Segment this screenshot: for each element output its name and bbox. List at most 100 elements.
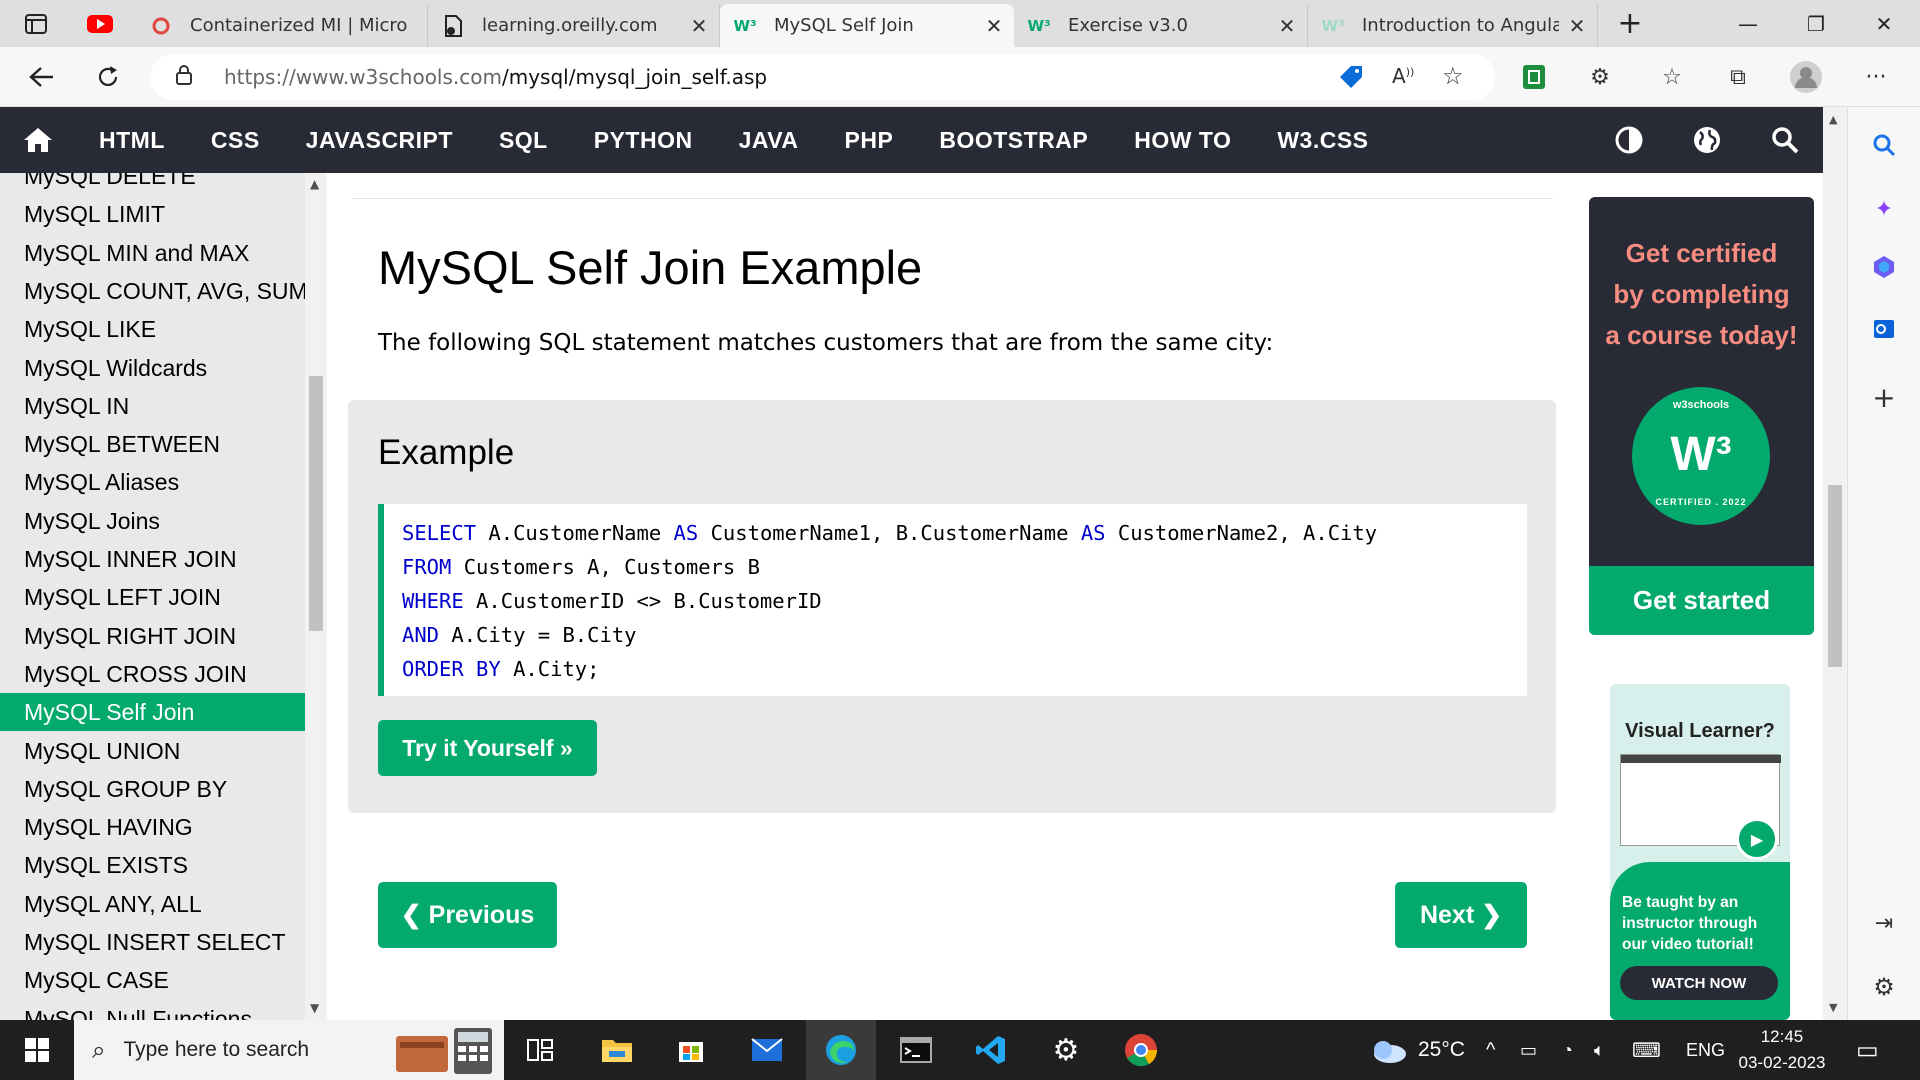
- settings-icon[interactable]: ⚙: [1866, 969, 1902, 1005]
- scroll-up-icon[interactable]: ▲: [310, 177, 319, 191]
- globe-icon[interactable]: [1672, 107, 1742, 173]
- sidebar-item[interactable]: MySQL IN: [0, 387, 305, 425]
- add-favorite-icon[interactable]: ☆: [1442, 62, 1464, 90]
- sidebar-item[interactable]: MySQL Wildcards: [0, 349, 305, 387]
- certification-ad[interactable]: Get certified by completing a course tod…: [1589, 197, 1814, 635]
- sidebar-item[interactable]: MySQL GROUP BY: [0, 770, 305, 808]
- more-menu-icon[interactable]: ···: [1860, 61, 1892, 93]
- sidebar-item[interactable]: MySQL BETWEEN: [0, 425, 305, 463]
- tab-mysql-self-join[interactable]: W³ MySQL Self Join ✕: [720, 4, 1014, 47]
- sidebar-item[interactable]: MySQL DELETE: [0, 173, 305, 195]
- sparkle-icon[interactable]: ✦: [1866, 191, 1902, 227]
- previous-button[interactable]: ❮ Previous: [378, 882, 557, 948]
- windows-start-icon[interactable]: [2, 1020, 72, 1080]
- sidebar-item[interactable]: MySQL HAVING: [0, 808, 305, 846]
- sidebar-item[interactable]: MySQL RIGHT JOIN: [0, 617, 305, 655]
- nav-python[interactable]: PYTHON: [571, 107, 716, 173]
- scroll-down-icon[interactable]: ▼: [310, 1001, 319, 1015]
- youtube-pinned-tab[interactable]: [78, 0, 122, 47]
- scrollbar-thumb[interactable]: [1828, 485, 1842, 667]
- scrollbar-thumb[interactable]: [309, 376, 323, 631]
- minimize-button[interactable]: —: [1714, 0, 1782, 47]
- terminal-icon[interactable]: [881, 1020, 951, 1080]
- nav-java[interactable]: JAVA: [716, 107, 822, 173]
- url-field[interactable]: https://www.w3schools.com/mysql/mysql_jo…: [150, 54, 1495, 100]
- sidebar-item[interactable]: MySQL ANY, ALL: [0, 885, 305, 923]
- close-window-button[interactable]: ✕: [1850, 0, 1918, 47]
- task-view-icon[interactable]: [505, 1020, 575, 1080]
- search-icon[interactable]: [1750, 107, 1820, 173]
- get-started-button[interactable]: Get started: [1589, 566, 1814, 635]
- collections-icon[interactable]: ⧉: [1722, 61, 1754, 93]
- sidebar-item[interactable]: MySQL Aliases: [0, 463, 305, 501]
- nav-sql[interactable]: SQL: [476, 107, 571, 173]
- chrome-icon[interactable]: [1106, 1020, 1176, 1080]
- next-button[interactable]: Next ❯: [1395, 882, 1527, 948]
- search-icon[interactable]: [1866, 127, 1902, 163]
- tab-containerized[interactable]: Containerized MI | Micro: [136, 4, 428, 47]
- page-scrollbar[interactable]: ▲ ▼: [1823, 107, 1847, 1020]
- edge-icon[interactable]: [806, 1020, 876, 1080]
- office-icon[interactable]: [1866, 249, 1902, 285]
- sidebar-item[interactable]: MySQL LEFT JOIN: [0, 578, 305, 616]
- tray-chevron-icon[interactable]: ^: [1486, 1020, 1495, 1080]
- battery-icon[interactable]: ▭: [1520, 1020, 1537, 1080]
- nav-css[interactable]: CSS: [188, 107, 283, 173]
- home-icon[interactable]: [0, 107, 76, 173]
- sidebar-item[interactable]: MySQL UNION: [0, 732, 305, 770]
- sidebar-item[interactable]: MySQL INNER JOIN: [0, 540, 305, 578]
- tab-actions-icon[interactable]: [14, 0, 58, 47]
- scroll-up-icon[interactable]: ▲: [1829, 113, 1837, 126]
- tab-angularjs[interactable]: W³ Introduction to AngularJ ✕: [1308, 4, 1598, 47]
- sidebar-item-active[interactable]: MySQL Self Join: [0, 693, 305, 732]
- dark-mode-icon[interactable]: [1594, 107, 1664, 173]
- extensions-puzzle-icon[interactable]: ⚙: [1584, 61, 1616, 93]
- nav-bootstrap[interactable]: BOOTSTRAP: [916, 107, 1111, 173]
- vscode-icon[interactable]: [956, 1020, 1026, 1080]
- new-tab-button[interactable]: +: [1608, 0, 1652, 47]
- sidebar-item[interactable]: MySQL MIN and MAX: [0, 234, 305, 272]
- sidebar-item[interactable]: MySQL CROSS JOIN: [0, 655, 305, 693]
- coupon-tag-icon[interactable]: [1338, 64, 1364, 94]
- keyboard-icon[interactable]: ⌨: [1632, 1020, 1661, 1080]
- taskbar-search[interactable]: ⌕ Type here to search: [74, 1020, 504, 1080]
- sidebar-item[interactable]: MySQL CASE: [0, 961, 305, 999]
- sidebar-item[interactable]: MySQL LIMIT: [0, 195, 305, 233]
- nav-javascript[interactable]: JAVASCRIPT: [283, 107, 476, 173]
- watch-now-button[interactable]: WATCH NOW: [1620, 966, 1778, 1000]
- close-icon[interactable]: ✕: [689, 14, 709, 38]
- nav-how-to[interactable]: HOW TO: [1111, 107, 1254, 173]
- lock-icon[interactable]: [176, 64, 196, 90]
- refresh-button[interactable]: [88, 57, 128, 97]
- close-icon[interactable]: ✕: [984, 14, 1004, 38]
- tab-oreilly[interactable]: learning.oreilly.com ✕: [428, 4, 720, 47]
- file-explorer-icon[interactable]: [582, 1020, 652, 1080]
- nav-w3css[interactable]: W3.CSS: [1254, 107, 1391, 173]
- back-button[interactable]: [22, 57, 62, 97]
- add-icon[interactable]: +: [1866, 379, 1902, 415]
- sidebar-scrollbar[interactable]: ▲ ▼: [305, 173, 327, 1020]
- scroll-down-icon[interactable]: ▼: [1829, 1001, 1837, 1014]
- sidebar-item[interactable]: MySQL COUNT, AVG, SUM: [0, 272, 305, 310]
- extension-sheets-icon[interactable]: [1518, 61, 1550, 93]
- sidebar-item[interactable]: MySQL EXISTS: [0, 846, 305, 884]
- microsoft-store-icon[interactable]: [656, 1020, 726, 1080]
- play-icon[interactable]: ▶: [1736, 818, 1778, 860]
- tab-exercise[interactable]: W³ Exercise v3.0 ✕: [1014, 4, 1308, 47]
- sidebar-item[interactable]: MySQL INSERT SELECT: [0, 923, 305, 961]
- nav-html[interactable]: HTML: [76, 107, 188, 173]
- visual-learner-ad[interactable]: Visual Learner? ▶ Be taught by an instru…: [1610, 684, 1790, 1020]
- settings-icon[interactable]: ⚙: [1031, 1020, 1101, 1080]
- clock[interactable]: 12:45 03-02-2023: [1736, 1020, 1828, 1080]
- weather-widget[interactable]: 25°C: [1368, 1020, 1465, 1080]
- favorites-icon[interactable]: ☆: [1656, 61, 1688, 93]
- close-icon[interactable]: ✕: [1567, 14, 1587, 38]
- try-it-yourself-button[interactable]: Try it Yourself »: [378, 720, 597, 776]
- sidebar-item[interactable]: MySQL LIKE: [0, 310, 305, 348]
- sidebar-item[interactable]: MySQL Joins: [0, 502, 305, 540]
- nav-php[interactable]: PHP: [822, 107, 917, 173]
- read-aloud-icon[interactable]: A)): [1392, 64, 1414, 88]
- restore-button[interactable]: ❐: [1782, 0, 1850, 47]
- mail-icon[interactable]: [732, 1020, 802, 1080]
- outlook-icon[interactable]: [1866, 311, 1902, 347]
